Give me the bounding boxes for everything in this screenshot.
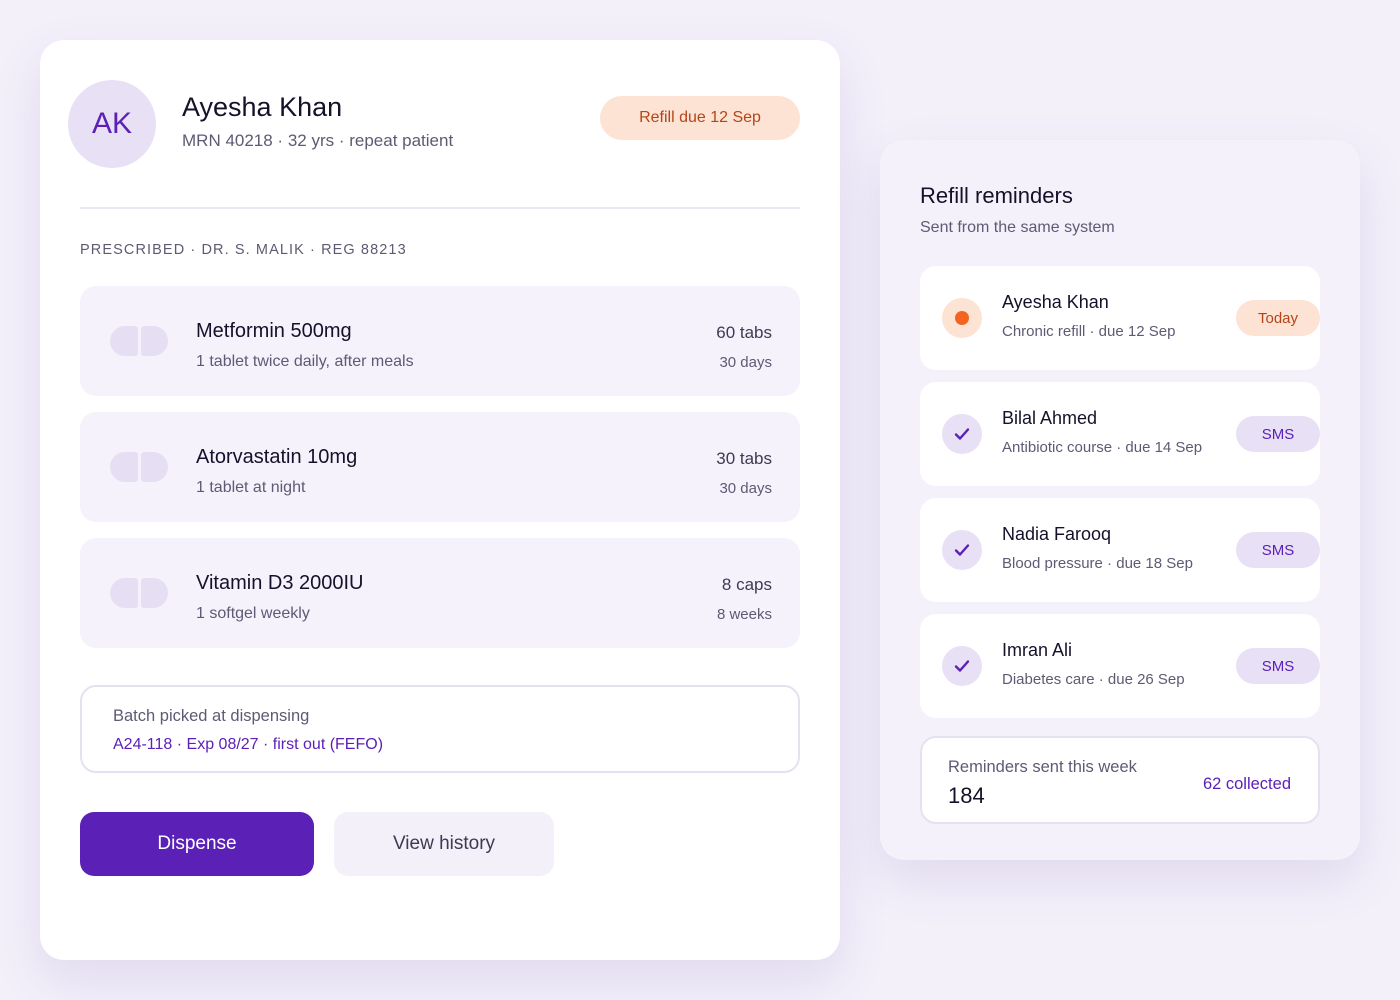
check-icon — [942, 646, 982, 686]
medication-name: Atorvastatin 10mg — [196, 446, 358, 468]
reminder-item[interactable]: Nadia Farooq Blood pressure · due 18 Sep… — [920, 498, 1320, 602]
medication-name: Metformin 500mg — [196, 320, 352, 342]
reminder-status-badge: SMS — [1236, 532, 1320, 568]
pill-icon — [110, 578, 168, 608]
reminder-item[interactable]: Ayesha Khan Chronic refill · due 12 Sep … — [920, 266, 1320, 370]
medication-dose: 1 tablet twice daily, after meals — [196, 353, 414, 370]
medication-duration: 8 weeks — [716, 606, 772, 623]
reminder-patient-name: Imran Ali — [1002, 640, 1073, 660]
medication-item[interactable]: Atorvastatin 10mg 1 tablet at night 30 t… — [80, 412, 800, 522]
reminder-patient-name: Nadia Farooq — [1002, 524, 1112, 544]
reminders-title: Refill reminders — [920, 183, 1073, 208]
medication-quantity: 8 caps — [721, 575, 772, 594]
pill-icon — [110, 452, 168, 482]
medication-quantity: 30 tabs — [716, 449, 772, 468]
pending-dot-icon — [942, 298, 982, 338]
prescription-label: PRESCRIBED · DR. S. MALIK · REG 88213 — [80, 242, 407, 258]
reminder-item[interactable]: Imran Ali Diabetes care · due 26 Sep SMS — [920, 614, 1320, 718]
medication-name: Vitamin D3 2000IU — [196, 572, 364, 594]
check-icon — [942, 530, 982, 570]
batch-info-box: Batch picked at dispensing A24-118 · Exp… — [80, 685, 800, 773]
patient-card: AK Ayesha Khan MRN 40218 · 32 yrs · repe… — [40, 40, 840, 960]
medication-dose: 1 softgel weekly — [196, 605, 310, 622]
patient-meta: MRN 40218 · 32 yrs · repeat patient — [182, 131, 454, 150]
reminder-status-badge: SMS — [1236, 416, 1320, 452]
reminder-detail: Diabetes care · due 26 Sep — [1002, 671, 1185, 688]
batch-label: Batch picked at dispensing — [113, 707, 310, 725]
stats-label: Reminders sent this week — [948, 758, 1137, 776]
avatar: AK — [68, 80, 156, 168]
medication-item[interactable]: Vitamin D3 2000IU 1 softgel weekly 8 cap… — [80, 538, 800, 648]
pill-icon — [110, 326, 168, 356]
header-divider — [80, 207, 800, 209]
reminder-detail: Antibiotic course · due 14 Sep — [1002, 439, 1203, 456]
view-history-button[interactable]: View history — [334, 812, 554, 876]
batch-value: A24-118 · Exp 08/27 · first out (FEFO) — [113, 736, 384, 753]
reminder-patient-name: Bilal Ahmed — [1002, 408, 1098, 428]
medication-list: Metformin 500mg 1 tablet twice daily, af… — [80, 286, 800, 664]
reminder-detail: Blood pressure · due 18 Sep — [1002, 555, 1193, 572]
medication-dose: 1 tablet at night — [196, 479, 306, 496]
medication-duration: 30 days — [719, 480, 772, 497]
reminders-subtitle: Sent from the same system — [920, 219, 1115, 236]
dispense-button[interactable]: Dispense — [80, 812, 314, 876]
weekly-stats-box: Reminders sent this week 184 62 collecte… — [920, 736, 1320, 824]
medication-duration: 30 days — [719, 354, 772, 371]
stats-value: 184 — [948, 783, 985, 808]
reminder-status-badge: Today — [1236, 300, 1320, 336]
reminder-item[interactable]: Bilal Ahmed Antibiotic course · due 14 S… — [920, 382, 1320, 486]
refill-due-badge: Refill due 12 Sep — [600, 96, 800, 140]
patient-name: Ayesha Khan — [182, 92, 343, 122]
reminder-patient-name: Ayesha Khan — [1002, 292, 1109, 312]
stats-collected: 62 collected — [1202, 775, 1291, 793]
refill-reminders-card: Refill reminders Sent from the same syst… — [880, 140, 1360, 860]
reminder-list: Ayesha Khan Chronic refill · due 12 Sep … — [920, 266, 1320, 730]
check-icon — [942, 414, 982, 454]
reminder-detail: Chronic refill · due 12 Sep — [1002, 323, 1176, 340]
medication-quantity: 60 tabs — [716, 323, 772, 342]
medication-item[interactable]: Metformin 500mg 1 tablet twice daily, af… — [80, 286, 800, 396]
reminder-status-badge: SMS — [1236, 648, 1320, 684]
